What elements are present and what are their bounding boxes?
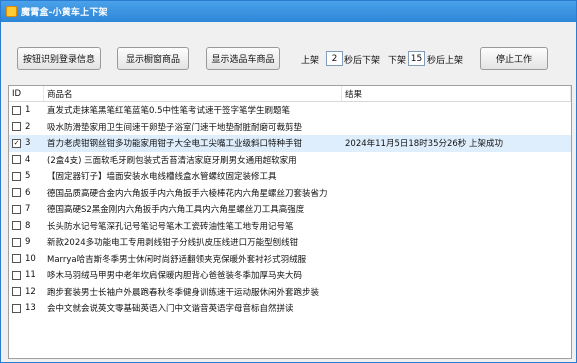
row-id: 6: [25, 187, 31, 198]
row-result: [342, 119, 571, 136]
row-id-cell: 11: [9, 267, 44, 284]
row-id-cell: 10: [9, 251, 44, 268]
title-bar[interactable]: 魔霄盒-小黄车上下架: [1, 1, 576, 22]
row-checkbox[interactable]: [12, 254, 21, 264]
row-checkbox[interactable]: ✓: [12, 138, 21, 148]
table-row[interactable]: 8 长头防水记号笔深孔记号笔记号笔木工瓷砖油性笔工地专用记号笔: [9, 218, 571, 235]
row-id-cell: 12: [9, 284, 44, 301]
row-product-name: 吸水防滑垫家用卫生间速干卵垫子浴室门速干地垫耐脏耐磨可裁剪垫: [47, 122, 303, 133]
row-product-name: 跑步套装男士长袖户外晨跑春秋冬季健身训练速干运动服休闲外套跑步装: [47, 287, 320, 298]
row-id: 12: [25, 286, 36, 297]
row-checkbox[interactable]: [12, 221, 21, 231]
up-after-label: 秒后下架: [344, 56, 381, 66]
table-row[interactable]: 6 德国品质高硬合金内六角扳手内六角扳手六棱棒花内六角星螺丝刀套装省力: [9, 185, 571, 202]
row-product-name: 【固定器钉子】墙面安装水电线槽线盒水管螺纹固定装修工具: [47, 172, 277, 183]
window-title: 魔霄盒-小黄车上下架: [21, 8, 108, 18]
row-product-name: 首力老虎钳钢丝钳多功能家用钳子大全电工尖嘴工业级斜口特种手钳: [47, 139, 303, 150]
show-showcase-button[interactable]: 显示橱窗商品: [117, 47, 189, 70]
table-row[interactable]: 13 会中文就会说英文零基础英语入门中文谐音英语字母音标自然拼读: [9, 300, 571, 317]
row-product-name: 哆木马羽绒马甲男中老年坎肩保暖内胆背心爸爸装冬季加厚马夹大码: [47, 271, 303, 282]
table-row[interactable]: 5 【固定器钉子】墙面安装水电线槽线盒水管螺纹固定装修工具: [9, 168, 571, 185]
row-id: 9: [25, 237, 31, 248]
table-row[interactable]: 10 Marrya哈吉斯冬季男士休闲时尚舒适翻领夹克保暖外套衬衫式羽绒服: [9, 251, 571, 268]
row-product-name: 德国高硬S2黑金刚内六角扳手内六角工具内六角星螺丝刀工具高强度: [47, 205, 305, 216]
row-result: [342, 152, 571, 169]
row-result: [342, 102, 571, 119]
row-id-cell: 5: [9, 168, 44, 185]
row-checkbox[interactable]: [12, 155, 21, 165]
row-id: 7: [25, 204, 31, 215]
app-icon: [6, 6, 17, 17]
up-label: 上架: [301, 56, 320, 66]
row-checkbox[interactable]: [12, 204, 21, 214]
identify-login-button[interactable]: 按钮识别登录信息: [17, 47, 101, 70]
table-body: 1 直发式走抹笔黑笔红笔蓝笔0.5中性笔考试速干签字笔学生刷题笔 2 吸水防滑垫家用卫…: [9, 102, 571, 317]
row-id-cell: 6: [9, 185, 44, 202]
row-checkbox[interactable]: [12, 188, 21, 198]
row-product-name: 长头防水记号笔深孔记号笔记号笔木工瓷砖油性笔工地专用记号笔: [47, 221, 294, 232]
row-id-cell: 13: [9, 300, 44, 317]
table-row[interactable]: 12 跑步套装男士长袖户外晨跑春秋冬季健身训练速干运动服休闲外套跑步装: [9, 284, 571, 301]
table-row[interactable]: 11 哆木马羽绒马甲男中老年坎肩保暖内胆背心爸爸装冬季加厚马夹大码: [9, 267, 571, 284]
row-result: [342, 185, 571, 202]
row-product-name: 新款2024多功能电工专用剥线钳子分线扒皮压线进口万能型刨线钳: [47, 238, 299, 249]
row-id: 8: [25, 220, 31, 231]
row-id: 3: [25, 138, 31, 149]
row-result: [342, 201, 571, 218]
row-product-name: (2盒4支) 三面软毛牙刷包装式舌苔清洁家庭牙刷男女通用超软家用: [47, 155, 297, 166]
toolbar: 按钮识别登录信息 显示橱窗商品 显示选品车商品 上架 2 秒后下架 下架 15 …: [1, 22, 576, 84]
stop-work-button[interactable]: 停止工作: [480, 47, 548, 70]
row-product-name: 直发式走抹笔黑笔红笔蓝笔0.5中性笔考试速干签字笔学生刷题笔: [47, 106, 291, 117]
row-id: 1: [25, 105, 31, 116]
row-id-cell: 1: [9, 102, 44, 119]
row-id: 13: [25, 303, 36, 314]
row-result: [342, 284, 571, 301]
row-result: [342, 218, 571, 235]
table-row[interactable]: 4 (2盒4支) 三面软毛牙刷包装式舌苔清洁家庭牙刷男女通用超软家用: [9, 152, 571, 169]
down-after-label: 秒后上架: [427, 56, 464, 66]
row-result: [342, 251, 571, 268]
table-header: ID 商品名 结果: [9, 86, 571, 102]
row-result: [342, 168, 571, 185]
row-id-cell: 8: [9, 218, 44, 235]
table-row[interactable]: 7 德国高硬S2黑金刚内六角扳手内六角工具内六角星螺丝刀工具高强度: [9, 201, 571, 218]
row-id-cell: 7: [9, 201, 44, 218]
row-id: 10: [25, 253, 36, 264]
row-checkbox[interactable]: [12, 270, 21, 280]
row-id-cell: ✓ 3: [9, 135, 44, 152]
down-label: 下架: [388, 56, 407, 66]
row-id: 11: [25, 270, 36, 281]
row-id: 5: [25, 171, 31, 182]
row-checkbox[interactable]: [12, 237, 21, 247]
row-product-name: 会中文就会说英文零基础英语入门中文谐音英语字母音标自然拼读: [47, 304, 294, 315]
row-result: [342, 234, 571, 251]
row-id-cell: 9: [9, 234, 44, 251]
up-seconds-input[interactable]: 2: [326, 51, 343, 66]
app-window: 魔霄盒-小黄车上下架 按钮识别登录信息 显示橱窗商品 显示选品车商品 上架 2 …: [0, 0, 577, 363]
row-id: 4: [25, 154, 31, 165]
row-id-cell: 2: [9, 119, 44, 136]
row-checkbox[interactable]: [12, 303, 21, 313]
row-product-name: 德国品质高硬合金内六角扳手内六角扳手六棱棒花内六角星螺丝刀套装省力: [47, 188, 328, 199]
show-cart-button[interactable]: 显示选品车商品: [206, 47, 280, 70]
header-result[interactable]: 结果: [342, 86, 571, 101]
row-checkbox[interactable]: [12, 105, 21, 115]
row-id: 2: [25, 121, 31, 132]
table-row[interactable]: 2 吸水防滑垫家用卫生间速干卵垫子浴室门速干地垫耐脏耐磨可裁剪垫: [9, 119, 571, 136]
header-id[interactable]: ID: [9, 86, 44, 101]
row-product-name: Marrya哈吉斯冬季男士休闲时尚舒适翻领夹克保暖外套衬衫式羽绒服: [47, 254, 307, 265]
table-row[interactable]: 1 直发式走抹笔黑笔红笔蓝笔0.5中性笔考试速干签字笔学生刷题笔: [9, 102, 571, 119]
header-name[interactable]: 商品名: [44, 86, 342, 101]
row-checkbox[interactable]: [12, 171, 21, 181]
row-checkbox[interactable]: [12, 122, 21, 132]
row-result: [342, 267, 571, 284]
down-seconds-input[interactable]: 15: [408, 51, 425, 66]
row-result: 2024年11月5日18时35分26秒 上架成功: [345, 139, 504, 150]
product-table[interactable]: ID 商品名 结果 1 直发式走抹笔黑笔红笔蓝笔0.5中性笔考试速干签字笔学生刷题…: [8, 85, 572, 359]
row-checkbox[interactable]: [12, 287, 21, 297]
table-row[interactable]: ✓ 3 首力老虎钳钢丝钳多功能家用钳子大全电工尖嘴工业级斜口特种手钳 2024年11月…: [9, 135, 571, 152]
row-result: [342, 300, 571, 317]
table-row[interactable]: 9 新款2024多功能电工专用剥线钳子分线扒皮压线进口万能型刨线钳: [9, 234, 571, 251]
row-id-cell: 4: [9, 152, 44, 169]
